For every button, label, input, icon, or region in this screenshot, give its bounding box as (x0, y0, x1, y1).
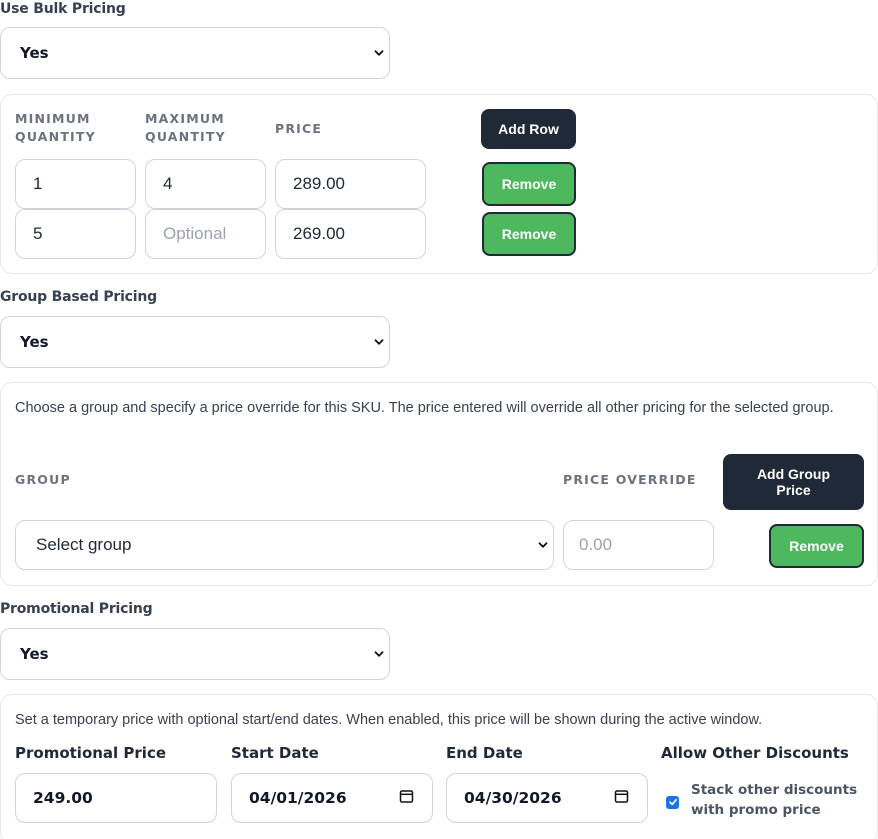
promo-price-input[interactable]: 249.00 (15, 773, 217, 823)
stack-discounts-label: Stack other discounts with promo price (691, 782, 858, 818)
end-date-input[interactable]: 04/30/2026 (446, 773, 648, 823)
chevron-down-icon (373, 648, 385, 660)
calendar-icon[interactable] (399, 789, 414, 808)
end-date-value: 04/30/2026 (464, 789, 562, 807)
chevron-down-icon (373, 336, 385, 348)
group-pricing-select[interactable]: Yes (0, 316, 390, 368)
remove-group-button[interactable]: Remove (769, 524, 864, 568)
promo-pricing-label: Promotional Pricing (0, 601, 153, 617)
promo-price-label: Promotional Price (15, 744, 167, 762)
stack-discounts-checkbox[interactable] (666, 796, 679, 809)
promo-pricing-select[interactable]: Yes (0, 628, 390, 680)
bulk-pricing-select[interactable]: Yes (0, 27, 390, 79)
remove-row-button[interactable]: Remove (482, 162, 576, 206)
bulk-pricing-select-value: Yes (20, 44, 49, 62)
min-qty-input[interactable]: 1 (15, 159, 136, 209)
group-select-value: Select group (36, 535, 132, 554)
group-header: GROUP (15, 472, 71, 487)
checkmark-icon (668, 794, 678, 812)
start-date-value: 04/01/2026 (249, 789, 347, 807)
start-date-input[interactable]: 04/01/2026 (231, 773, 433, 823)
max-qty-header: MAXIMUM QUANTITY (145, 110, 245, 146)
min-qty-input[interactable]: 5 (15, 209, 136, 259)
chevron-down-icon (537, 539, 549, 551)
add-group-price-button[interactable]: Add Group Price (723, 454, 864, 510)
max-qty-header-text: MAXIMUM QUANTITY (145, 111, 226, 144)
start-date-label: Start Date (231, 744, 319, 762)
calendar-icon[interactable] (614, 789, 629, 808)
bulk-pricing-panel: MINIMUM QUANTITY MAXIMUM QUANTITY PRICE … (0, 94, 878, 274)
group-pricing-label: Group Based Pricing (0, 289, 157, 305)
price-header: PRICE (275, 121, 323, 136)
max-qty-input[interactable]: 4 (145, 159, 266, 209)
add-row-button[interactable]: Add Row (481, 109, 576, 149)
bulk-pricing-label: Use Bulk Pricing (0, 1, 126, 17)
end-date-label: End Date (446, 744, 523, 762)
min-qty-header: MINIMUM QUANTITY (15, 110, 115, 146)
promo-pricing-panel: Set a temporary price with optional star… (0, 694, 878, 839)
group-pricing-description: Choose a group and specify a price overr… (15, 400, 834, 416)
min-qty-header-text: MINIMUM QUANTITY (15, 111, 96, 144)
group-pricing-select-value: Yes (20, 333, 49, 351)
group-select[interactable]: Select group (15, 520, 554, 570)
promo-pricing-description: Set a temporary price with optional star… (15, 712, 763, 728)
group-pricing-panel: Choose a group and specify a price overr… (0, 382, 878, 586)
promo-pricing-select-value: Yes (20, 645, 49, 663)
price-input[interactable]: 269.00 (275, 209, 426, 259)
max-qty-input[interactable]: Optional (145, 209, 266, 259)
price-input[interactable]: 289.00 (275, 159, 426, 209)
allow-discounts-label: Allow Other Discounts (661, 744, 849, 762)
remove-row-button[interactable]: Remove (482, 212, 576, 256)
price-override-header: PRICE OVERRIDE (563, 472, 697, 487)
chevron-down-icon (373, 47, 385, 59)
price-override-input[interactable]: 0.00 (563, 520, 714, 570)
